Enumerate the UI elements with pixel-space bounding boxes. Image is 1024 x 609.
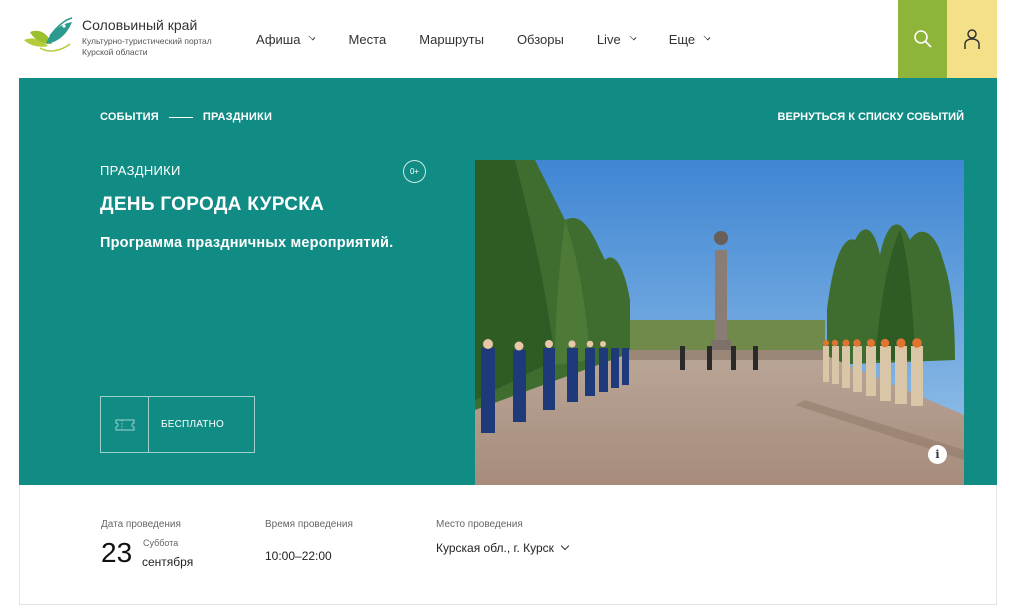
ticket-icon-container [101, 397, 149, 452]
nav-item-afisha[interactable]: Афиша [256, 31, 316, 47]
age-rating-badge: 0+ [403, 160, 426, 183]
nav-item-places[interactable]: Места [348, 32, 386, 47]
nav-item-label: Еще [668, 31, 696, 47]
place-label: Место проведения [436, 519, 523, 530]
main-nav: Афиша Места Маршруты Обзоры Live Еще [256, 0, 743, 78]
event-details: Дата проведения 23 Суббота сентября Врем… [19, 485, 997, 605]
date-label: Дата проведения [101, 519, 181, 530]
chevron-down-icon [309, 33, 316, 41]
nav-item-label: Маршруты [419, 31, 484, 47]
place-selector[interactable]: Курская обл., г. Курск [436, 541, 570, 555]
time-label: Время проведения [265, 519, 353, 530]
user-icon [964, 29, 980, 49]
date-month: сентября [142, 555, 194, 569]
place-value: Курская обл., г. Курск [436, 541, 554, 555]
chevron-down-icon [629, 33, 637, 41]
nav-item-reviews[interactable]: Обзоры [517, 32, 564, 47]
breadcrumb-item-events[interactable]: СОБЫТИЯ [100, 111, 159, 123]
back-to-events-link[interactable]: ВЕРНУТЬСЯ К СПИСКУ СОБЫТИЙ [778, 111, 964, 123]
user-button[interactable] [947, 0, 997, 78]
nav-item-routes[interactable]: Маршруты [419, 32, 484, 47]
nightingale-logo-icon [24, 17, 73, 52]
site-logo[interactable]: Соловьиный край Культурно-туристический … [20, 14, 222, 58]
nav-item-label: Live [596, 31, 621, 47]
event-hero: СОБЫТИЯ ПРАЗДНИКИ ВЕРНУТЬСЯ К СПИСКУ СОБ… [19, 78, 997, 485]
nav-item-label: Места [348, 31, 387, 47]
chevron-down-icon [703, 33, 711, 41]
search-icon [913, 30, 932, 48]
ticket-icon [115, 419, 134, 430]
logo-title: Соловьиный край [82, 17, 198, 33]
nav-item-live[interactable]: Live [596, 31, 637, 47]
breadcrumb-item-holidays[interactable]: ПРАЗДНИКИ [203, 111, 272, 123]
nav-item-label: Обзоры [516, 31, 564, 47]
event-title: ДЕНЬ ГОРОДА КУРСКА [100, 194, 325, 215]
event-category[interactable]: ПРАЗДНИКИ [100, 163, 181, 178]
ticket-price-button[interactable]: БЕСПЛАТНО [100, 396, 255, 453]
nav-item-more[interactable]: Еще [668, 31, 711, 47]
site-header: Соловьиный край Культурно-туристический … [0, 0, 1024, 78]
nav-item-label: Афиша [256, 31, 301, 47]
breadcrumb: СОБЫТИЯ ПРАЗДНИКИ [100, 111, 272, 123]
event-subtitle: Программа праздничных мероприятий. [100, 235, 394, 251]
ticket-price-label: БЕСПЛАТНО [161, 419, 225, 430]
date-weekday: Суббота [143, 538, 179, 548]
search-button[interactable] [898, 0, 947, 78]
event-photo[interactable] [475, 160, 964, 485]
breadcrumb-separator [168, 116, 193, 118]
photo-info-button[interactable]: i [928, 445, 947, 464]
date-day: 23 [101, 537, 133, 568]
time-value: 10:00–22:00 [265, 549, 332, 563]
chevron-down-icon [560, 541, 570, 551]
logo-subtitle: Культурно-туристический портал Курской о… [82, 36, 212, 57]
